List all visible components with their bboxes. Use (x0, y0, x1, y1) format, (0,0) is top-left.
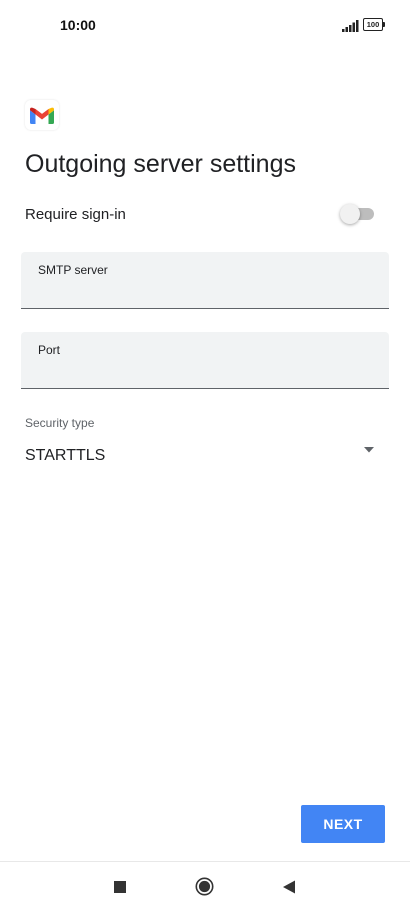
security-type-label: Security type (25, 416, 95, 430)
back-icon[interactable] (282, 880, 296, 894)
security-type-value: STARTTLS (25, 447, 106, 464)
navigation-bar (0, 861, 410, 912)
require-signin-toggle[interactable] (340, 204, 376, 224)
dropdown-arrow-icon (364, 447, 374, 453)
page-title: Outgoing server settings (25, 150, 296, 178)
require-signin-label: Require sign-in (25, 206, 126, 223)
status-bar: 10:00 100 (0, 0, 410, 50)
battery-tip (383, 22, 385, 27)
smtp-server-input[interactable] (37, 280, 377, 304)
home-icon[interactable] (195, 877, 214, 896)
signal-icon (342, 20, 359, 32)
toggle-thumb (340, 204, 360, 224)
battery-level: 100 (363, 18, 383, 31)
port-field[interactable]: Port (21, 332, 389, 389)
security-type-dropdown[interactable]: STARTTLS (21, 438, 385, 474)
smtp-server-field[interactable]: SMTP server (21, 252, 389, 309)
recents-icon[interactable] (114, 881, 126, 893)
status-time: 10:00 (60, 17, 96, 33)
next-button[interactable]: NEXT (301, 805, 385, 843)
battery-icon: 100 (363, 18, 385, 31)
port-input[interactable] (37, 360, 377, 384)
smtp-server-label: SMTP server (38, 263, 108, 277)
port-label: Port (38, 343, 61, 357)
gmail-logo-icon (25, 100, 59, 130)
